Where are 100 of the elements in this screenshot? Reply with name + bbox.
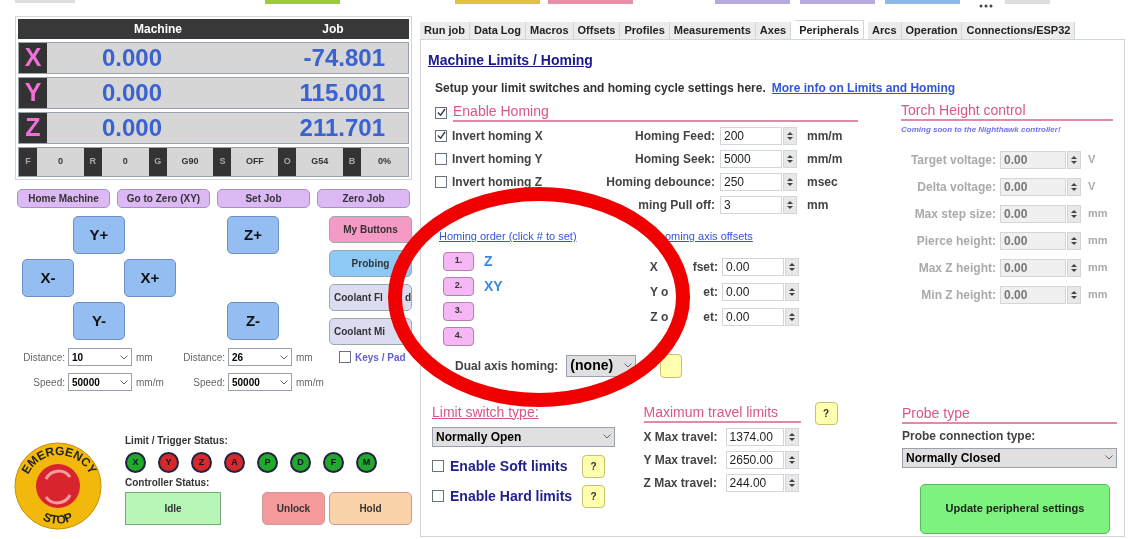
jog-button[interactable]: Z- xyxy=(227,302,279,340)
spin-buttons[interactable] xyxy=(785,308,799,326)
help-button[interactable]: ? xyxy=(814,402,838,425)
help-button[interactable]: ? xyxy=(582,484,605,508)
control-button[interactable]: Hold xyxy=(329,492,412,525)
spin-buttons[interactable] xyxy=(1067,258,1081,277)
limit-indicator: Z xyxy=(191,452,212,473)
checkbox[interactable] xyxy=(432,490,444,502)
spin-buttons[interactable] xyxy=(785,258,799,276)
spin-buttons[interactable] xyxy=(1067,204,1081,223)
order-button[interactable]: 2. xyxy=(443,276,474,296)
spin-buttons[interactable] xyxy=(784,427,799,446)
field-label: Delta voltage: xyxy=(916,178,996,196)
homing-order-link[interactable]: Homing order (click # to set) xyxy=(439,228,658,245)
checkbox[interactable] xyxy=(435,106,447,119)
jog-button[interactable]: Y+ xyxy=(73,216,125,254)
action-button[interactable]: Go to Zero (XY) xyxy=(117,189,210,208)
action-button[interactable]: Zero Job xyxy=(317,189,410,208)
tab[interactable]: Arcs xyxy=(868,22,902,39)
order-button[interactable]: 3. xyxy=(443,301,474,321)
unit-label: mm xyxy=(1088,260,1108,276)
unit-label: mm xyxy=(1088,233,1108,249)
side-button[interactable]: My Buttons xyxy=(329,216,412,243)
number-field[interactable]: 244.00 xyxy=(725,473,784,492)
page-title: Machine Limits / Homing xyxy=(428,51,594,70)
tab[interactable]: Connections/ESP32 xyxy=(962,22,1076,39)
axis-order: XY xyxy=(484,276,503,296)
number-field[interactable]: 1374.00 xyxy=(725,427,784,446)
field-label: Max step size: xyxy=(913,205,996,223)
spin-buttons[interactable] xyxy=(785,283,799,301)
field-label: Homing Seek: xyxy=(634,151,715,168)
number-field[interactable]: 3 xyxy=(720,196,782,214)
axis-label: X xyxy=(19,43,47,73)
machine-position: 0.000 xyxy=(100,113,164,143)
status-value: 0 xyxy=(121,155,129,169)
number-field[interactable]: 200 xyxy=(720,127,782,145)
spin-buttons[interactable] xyxy=(784,473,799,492)
field-label: X Max travel: xyxy=(643,428,719,446)
checkbox[interactable] xyxy=(435,129,447,142)
order-button[interactable]: 4. xyxy=(443,326,474,346)
checkbox[interactable] xyxy=(435,175,447,188)
tab[interactable]: Offsets xyxy=(573,22,621,39)
status-heading: Controller Status: xyxy=(125,476,211,490)
column-heading: Job xyxy=(321,21,345,38)
dropdown[interactable]: 26 xyxy=(228,348,292,366)
checkbox[interactable] xyxy=(432,460,444,472)
tab[interactable]: Operation xyxy=(901,22,963,39)
tab[interactable]: Profiles xyxy=(620,22,670,39)
help-button[interactable]: ? xyxy=(582,454,605,478)
jog-button[interactable]: Z+ xyxy=(227,216,279,254)
number-field[interactable]: 0.00 xyxy=(722,283,784,301)
jog-button[interactable]: Y- xyxy=(73,302,125,340)
number-field[interactable]: 250 xyxy=(720,173,782,191)
dropdown[interactable]: (none) xyxy=(566,354,637,377)
unit-label: mm/m xyxy=(807,128,843,145)
info-link[interactable]: More info on Limits and Homing xyxy=(771,79,956,97)
spin-buttons[interactable] xyxy=(783,173,797,191)
column-heading: Machine xyxy=(133,21,183,38)
number-field[interactable]: 2650.00 xyxy=(725,450,784,469)
spin-buttons[interactable] xyxy=(1067,150,1081,169)
tab[interactable]: Peripherals xyxy=(795,20,865,39)
unit-label: msec xyxy=(807,174,838,191)
dropdown[interactable]: 10 xyxy=(68,348,132,366)
tab[interactable]: Data Log xyxy=(469,22,526,39)
update-button[interactable]: Update peripheral settings xyxy=(920,483,1110,534)
dropdown[interactable]: Normally Closed xyxy=(902,447,1117,468)
field-label: fset: xyxy=(692,259,718,276)
number-field[interactable]: 0.00 xyxy=(722,308,784,326)
chevron-down-icon xyxy=(603,434,611,439)
checkbox[interactable] xyxy=(435,152,447,165)
spin-buttons[interactable] xyxy=(783,150,797,168)
order-button[interactable]: 1. xyxy=(443,251,474,271)
dropdown[interactable]: Normally Open xyxy=(432,426,615,447)
tab[interactable]: Macros xyxy=(526,22,574,39)
checkbox-label: Enable Soft limits xyxy=(450,456,569,476)
checkbox[interactable] xyxy=(339,351,351,363)
jog-button[interactable]: X+ xyxy=(124,259,176,297)
field-label: Homing Feed: xyxy=(634,128,715,145)
unit-label: mm xyxy=(1088,287,1108,303)
job-position: 115.001 xyxy=(298,78,385,108)
spin-buttons[interactable] xyxy=(783,127,797,145)
axis-offsets-link[interactable]: oming axis offsets xyxy=(665,228,799,245)
control-button[interactable]: Unlock xyxy=(262,492,325,525)
action-button[interactable]: Home Machine xyxy=(17,189,110,208)
action-button[interactable]: Set Job xyxy=(217,189,310,208)
number-field[interactable]: 0.00 xyxy=(722,258,784,276)
spin-buttons[interactable] xyxy=(1067,231,1081,250)
spin-buttons[interactable] xyxy=(1067,285,1081,304)
spin-buttons[interactable] xyxy=(784,450,799,469)
field-label: ming Pull off: xyxy=(637,197,715,214)
dropdown[interactable]: 50000 xyxy=(68,373,132,391)
spin-buttons[interactable] xyxy=(783,196,797,214)
tab[interactable]: Run job xyxy=(420,22,470,39)
number-field[interactable]: 5000 xyxy=(720,150,782,168)
tab[interactable]: Axes xyxy=(755,22,792,39)
dropdown[interactable]: 50000 xyxy=(228,373,292,391)
limit-indicator: Y xyxy=(158,452,179,473)
jog-button[interactable]: X- xyxy=(22,259,74,297)
spin-buttons[interactable] xyxy=(1067,177,1081,196)
tab[interactable]: Measurements xyxy=(669,22,756,39)
